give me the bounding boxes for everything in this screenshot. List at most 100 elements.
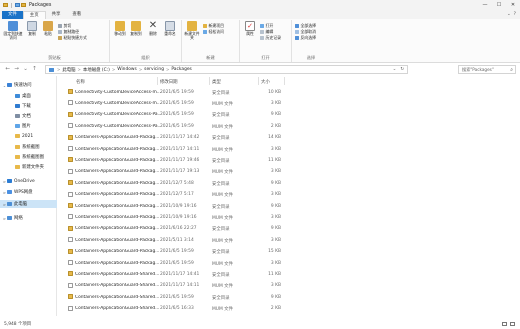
sidebar-item[interactable]: 新建文件夹 [0,163,57,171]
help-icon[interactable]: ? [514,12,516,17]
table-row[interactable]: Containers-ApplicationGuard-Shared...202… [62,291,520,302]
select-all-button[interactable]: 全部选择 [295,23,316,28]
file-type: MUM 文件 [212,284,233,290]
table-row[interactable]: Connectivity-CustomDeviceAccess-Pa... 202… [62,120,520,131]
breadcrumb-separator: > [111,67,116,72]
sidebar-item[interactable]: 系统截图 [0,143,57,151]
invert-selection-button[interactable]: 反向选择 [295,35,316,40]
recent-locations-button[interactable]: ⌄ [21,66,30,72]
cloud-icon [7,189,12,195]
table-row[interactable]: Containers-ApplicationGuard-Packag... 202… [62,223,520,234]
sidebar-item[interactable]: 系统截图图 [0,153,57,161]
table-row[interactable]: Containers-ApplicationGuard-Shared...202… [62,280,520,291]
column-header-type[interactable]: 类型 [212,79,221,85]
select-none-button[interactable]: 全部取消 [295,29,316,34]
column-divider[interactable] [284,77,285,85]
sidebar-item[interactable]: ⌄ 快速访问 [0,81,57,89]
rename-button[interactable]: 重命名 [162,21,178,36]
paste-shortcut-button[interactable]: 粘贴快捷方式 [58,35,87,40]
sidebar-item[interactable]: > WPS网盘 [0,188,57,196]
column-divider[interactable] [209,77,210,85]
large-icons-view-icon[interactable] [510,321,515,326]
column-divider[interactable] [157,77,158,85]
breadcrumb-packages[interactable]: Packages [171,67,192,72]
table-row[interactable]: Containers-ApplicationGuard-Shared...202… [62,303,520,314]
sidebar-item[interactable]: 2021 [0,132,57,140]
copy-button[interactable]: 复制 [24,21,40,36]
folder-icon[interactable] [3,3,8,7]
edit-button[interactable]: 编辑 [260,29,273,34]
search-input[interactable]: 搜索"Packages" ⌕ [458,65,516,74]
address-dropdown-icon[interactable]: ⌄ [393,67,397,72]
tab-file[interactable]: 文件 [2,11,23,19]
column-divider[interactable] [258,77,259,85]
copy-to-button[interactable]: 复制到 [128,21,144,36]
sidebar-item-label: 此电脑 [14,202,28,207]
sidebar-item[interactable]: > OneDrive [0,177,57,185]
file-size: 11 KB [268,271,281,277]
pin-quick-access-button[interactable]: 固定到快速访问 [3,21,23,40]
search-icon[interactable]: ⌕ [510,67,513,73]
collapse-ribbon-icon[interactable]: ⌄ [507,12,511,17]
column-header-size[interactable]: 大小 [261,79,270,85]
easy-access-button[interactable]: 轻松访问 [203,29,224,34]
minimize-button[interactable]: — [478,0,492,10]
table-row[interactable]: Containers-ApplicationGuard-Packag... 202… [62,234,520,245]
table-row[interactable]: Containers-ApplicationGuard-Packag... 202… [62,143,520,154]
table-row[interactable]: Containers-ApplicationGuard-Packag... 202… [62,154,520,165]
table-row[interactable]: Connectivity-CustomDeviceAccess-m... 2021… [62,97,520,108]
history-button[interactable]: 历史记录 [260,35,281,40]
details-view-icon[interactable] [502,321,507,326]
sidebar-item[interactable]: 桌面 [0,92,57,100]
table-row[interactable]: Containers-ApplicationGuard-Shared...202… [62,314,520,316]
address-bar[interactable]: > 此电脑 > 本地磁盘 (C:) > Windows > servicing … [45,65,408,74]
properties-button[interactable]: ✓ 属性 [242,21,258,36]
table-row[interactable]: Containers-ApplicationGuard-Packag... 202… [62,257,520,268]
tab-share[interactable]: 共享 [46,11,67,19]
back-button[interactable]: ← [3,66,12,72]
delete-button[interactable]: ✕ 删除 [145,21,161,36]
maximize-button[interactable]: ☐ [492,0,506,10]
paste-button[interactable]: 粘贴 [40,21,56,36]
copy-path-icon [58,29,62,34]
table-row[interactable]: Containers-ApplicationGuard-Shared...202… [62,268,520,279]
table-row[interactable]: Containers-ApplicationGuard-Packag... 202… [62,211,520,222]
refresh-icon[interactable]: ↻ [400,67,404,72]
close-button[interactable]: ✕ [506,0,520,10]
sidebar-item[interactable]: 图片 [0,122,57,130]
up-button[interactable]: ↑ [30,66,39,72]
cut-button[interactable]: 剪切 [58,23,71,28]
move-to-button[interactable]: 移动到 [112,21,128,36]
breadcrumb-local-disk[interactable]: 本地磁盘 (C:) [83,67,110,73]
file-name: Containers-ApplicationGuard-Packag... [75,192,160,198]
table-row[interactable]: Containers-ApplicationGuard-Packag... 202… [62,166,520,177]
tab-view[interactable]: 查看 [66,11,87,19]
table-row[interactable]: Containers-ApplicationGuard-Packag... 202… [62,246,520,257]
sidebar-item[interactable]: 下载 [0,102,57,110]
table-row[interactable]: Containers-ApplicationGuard-Packag... 202… [62,177,520,188]
table-row[interactable]: Containers-ApplicationGuard-Packag... 202… [62,132,520,143]
table-row[interactable]: Connectivity-CustomDeviceAccess-Pa... 202… [62,109,520,120]
copy-path-button[interactable]: 复制路径 [58,29,79,34]
new-item-button[interactable]: 新建项目 [203,23,224,28]
properties-icon[interactable] [15,3,20,7]
new-folder-button[interactable]: 新建文件夹 [184,21,200,40]
open-button[interactable]: 打开 [260,23,273,28]
forward-button[interactable]: → [12,66,21,72]
sidebar-item[interactable]: > 网络 [0,214,57,222]
breadcrumb-windows[interactable]: Windows [117,67,137,72]
invert-selection-label: 反向选择 [300,34,317,40]
window-title: Packages [29,2,52,8]
new-folder-icon[interactable] [21,3,26,7]
sidebar-item[interactable]: > 此电脑 [0,200,57,208]
star-icon [7,82,12,88]
breadcrumb-servicing[interactable]: servicing [144,67,164,72]
tab-home[interactable]: 主页 [22,11,46,19]
table-row[interactable]: Containers-ApplicationGuard-Packag... 202… [62,200,520,211]
breadcrumb-this-pc[interactable]: 此电脑 [62,67,75,73]
column-header-name[interactable]: 名称 [76,79,85,85]
table-row[interactable]: Connectivity-CustomDeviceAccess-m... 2021… [62,86,520,97]
table-row[interactable]: Containers-ApplicationGuard-Packag... 202… [62,189,520,200]
sidebar-item[interactable]: 文档 [0,112,57,120]
column-header-date[interactable]: 修改日期 [160,79,178,85]
